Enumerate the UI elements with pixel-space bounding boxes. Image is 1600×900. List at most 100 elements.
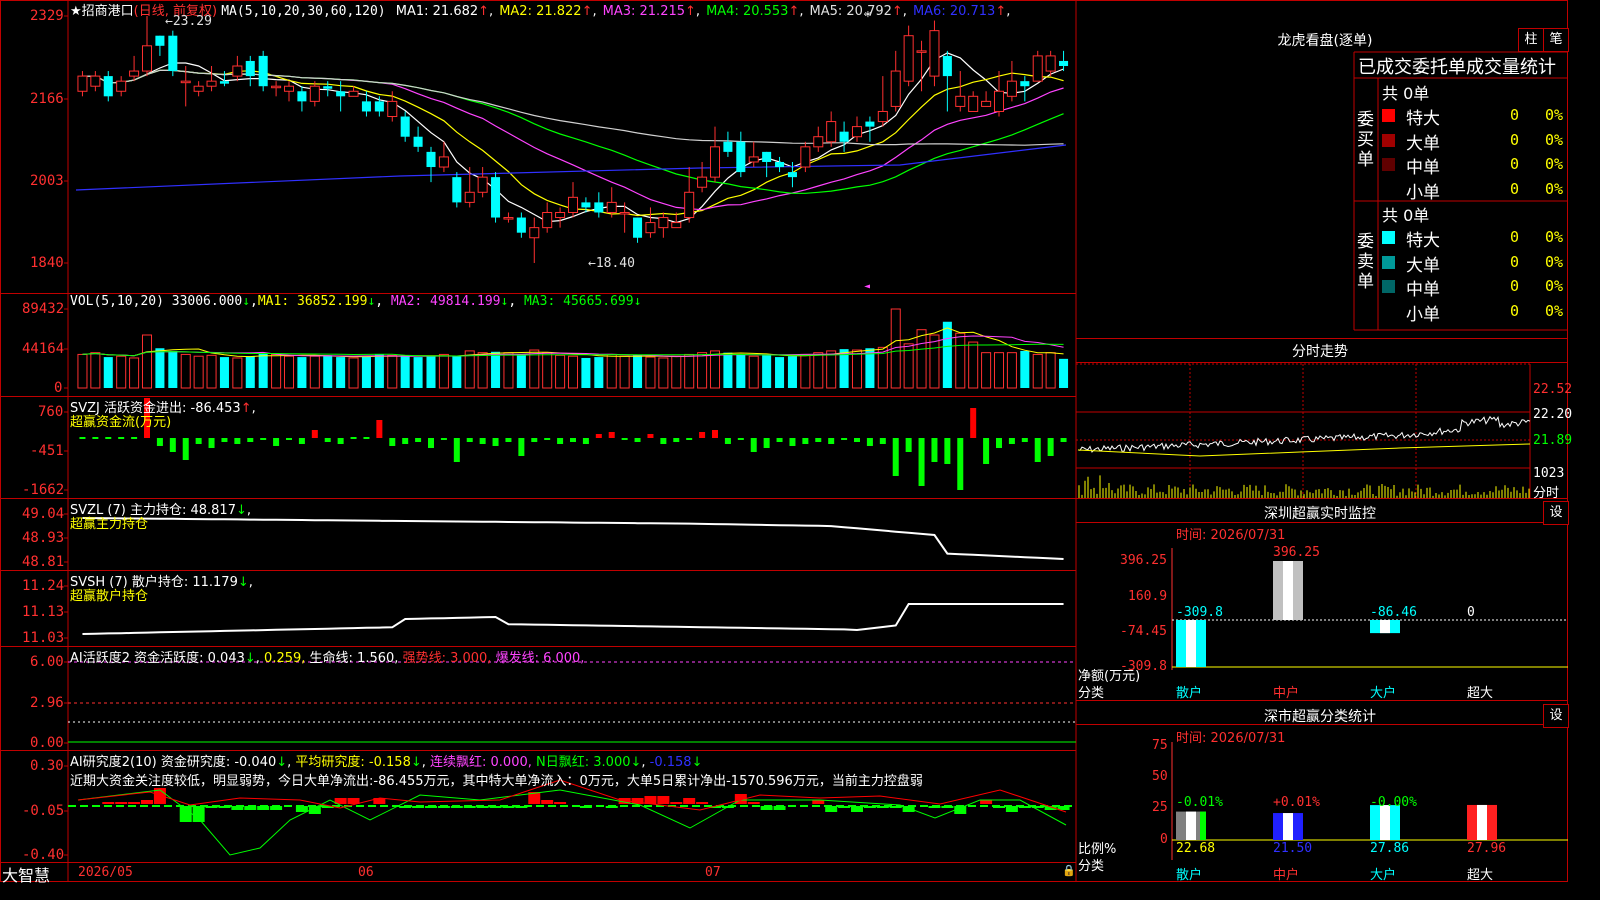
candle-body-down[interactable] — [374, 101, 384, 112]
buy-row-name-3: 小单 — [1406, 182, 1440, 203]
candle-body-up[interactable] — [309, 85, 320, 102]
candle-body-up[interactable] — [800, 146, 811, 168]
candle-body-up[interactable] — [477, 176, 488, 193]
candle-body-down[interactable] — [336, 91, 346, 97]
candle-body-up[interactable] — [206, 80, 217, 87]
candle-body-up[interactable] — [193, 85, 204, 92]
candle-body-down[interactable] — [258, 55, 268, 87]
candle-body-down[interactable] — [426, 151, 436, 168]
candle-body-up[interactable] — [529, 227, 540, 239]
candlestick-series[interactable] — [77, 16, 1069, 263]
volume-bars[interactable] — [77, 308, 1069, 389]
candle-body-up[interactable] — [968, 95, 979, 112]
class-bar-highlight — [1186, 811, 1196, 840]
candle-body-up[interactable] — [697, 176, 708, 188]
candle-body-up[interactable] — [1045, 55, 1056, 72]
candle-body-up[interactable] — [1006, 80, 1017, 97]
candle-body-down[interactable] — [219, 81, 229, 84]
candle-body-up[interactable] — [645, 222, 656, 234]
candle-body-down[interactable] — [491, 177, 501, 218]
candle-body-up[interactable] — [232, 65, 243, 77]
candle-body-down[interactable] — [413, 136, 423, 147]
tab-bar-view[interactable]: 柱 — [1518, 28, 1544, 52]
x-label-jul: 07 — [705, 865, 721, 880]
flow-bar-out — [1008, 438, 1015, 444]
ai-active-header: AI活跃度2 资金活跃度: 0.043↓, 0.259, 生命线: 1.560,… — [70, 651, 585, 666]
candle-body-up[interactable] — [77, 75, 88, 92]
candle-body-down[interactable] — [516, 217, 526, 233]
candle-body-up[interactable] — [555, 211, 566, 219]
candle-body-down[interactable] — [361, 101, 371, 112]
candle-body-down[interactable] — [723, 141, 733, 152]
candle-body-down[interactable] — [103, 76, 113, 97]
candle-body-down[interactable] — [594, 202, 604, 213]
candle-body-up[interactable] — [709, 146, 721, 178]
candle-body-down[interactable] — [297, 91, 307, 102]
candle-body-down[interactable] — [323, 86, 333, 89]
candle-body-up[interactable] — [658, 217, 669, 229]
candle-body-down[interactable] — [1020, 81, 1030, 87]
candle-body-up[interactable] — [619, 211, 630, 215]
candle-body-up[interactable] — [851, 126, 863, 138]
sz-class-settings-button[interactable]: 设 — [1543, 704, 1569, 728]
flow-bar-out — [402, 438, 409, 444]
down-arrow-icon: ↓ — [244, 651, 256, 666]
candle-body-down[interactable] — [155, 35, 165, 46]
class-change-label-2: -0.00% — [1370, 795, 1417, 810]
lock-icon[interactable]: 🔒 — [1062, 864, 1076, 877]
candle-body-up[interactable] — [890, 70, 901, 107]
candle-body-up[interactable] — [903, 35, 914, 82]
candle-body-up[interactable] — [981, 100, 992, 107]
candle-body-up[interactable] — [748, 156, 759, 163]
candle-body-down[interactable] — [245, 60, 255, 77]
candle-body-up[interactable] — [993, 90, 1005, 112]
favorite-star-icon[interactable]: ★ — [70, 4, 82, 19]
candle-body-up[interactable] — [283, 85, 295, 92]
candle-body-up[interactable] — [180, 80, 191, 84]
candle-body-up[interactable] — [503, 217, 514, 220]
candle-body-up[interactable] — [916, 50, 927, 53]
candle-body-up[interactable] — [129, 70, 140, 77]
candle-body-up[interactable] — [271, 85, 282, 89]
candle-body-up[interactable] — [90, 75, 101, 87]
candle-body-up[interactable] — [813, 136, 824, 148]
candle-body-up[interactable] — [929, 30, 940, 77]
candle-body-down[interactable] — [775, 161, 785, 168]
candle-body-down[interactable] — [762, 151, 772, 162]
candle-body-up[interactable] — [464, 191, 475, 203]
candle-body-up[interactable] — [542, 211, 553, 229]
candle-body-up[interactable] — [877, 110, 888, 123]
research-bar-down — [876, 806, 889, 808]
candle-body-up[interactable] — [116, 80, 127, 92]
candle-body-up[interactable] — [955, 95, 966, 107]
candle-body-up[interactable] — [606, 201, 617, 213]
candle-body-up[interactable] — [567, 196, 579, 213]
stock-name[interactable]: 招商港口 — [82, 4, 134, 19]
candle-body-down[interactable] — [581, 202, 591, 208]
candle-body-up[interactable] — [671, 222, 682, 229]
stock-chart-canvas[interactable] — [0, 0, 1568, 882]
candle-body-down[interactable] — [400, 116, 410, 137]
candle-body-down[interactable] — [787, 172, 797, 178]
candle-body-up[interactable] — [141, 45, 153, 72]
candle-body-down[interactable] — [1059, 60, 1069, 67]
sz-monitor-settings-button[interactable]: 设 — [1543, 501, 1569, 525]
candle-body-up[interactable] — [387, 100, 398, 118]
candle-body-up[interactable] — [1032, 55, 1043, 82]
candle-body-up[interactable] — [438, 156, 449, 168]
candle-body-down[interactable] — [736, 141, 746, 173]
tab-pen-view[interactable]: 笔 — [1543, 28, 1569, 52]
candle-body-up[interactable] — [826, 121, 837, 143]
candle-body-down[interactable] — [633, 217, 643, 238]
candle-body-down[interactable] — [168, 35, 178, 72]
intraday-trend-chart[interactable] — [1076, 363, 1531, 498]
candle-body-down[interactable] — [865, 121, 875, 127]
info-mine-icon[interactable]: * — [864, 10, 872, 25]
candle-body-down[interactable] — [839, 131, 849, 142]
y-tick-ai_research-2: -0.40 — [22, 847, 65, 863]
candle-body-down[interactable] — [942, 55, 952, 77]
candle-body-down[interactable] — [452, 177, 462, 203]
candle-body-up[interactable] — [348, 90, 359, 97]
candle-body-up[interactable] — [684, 191, 695, 219]
research-bar-down — [425, 806, 437, 808]
